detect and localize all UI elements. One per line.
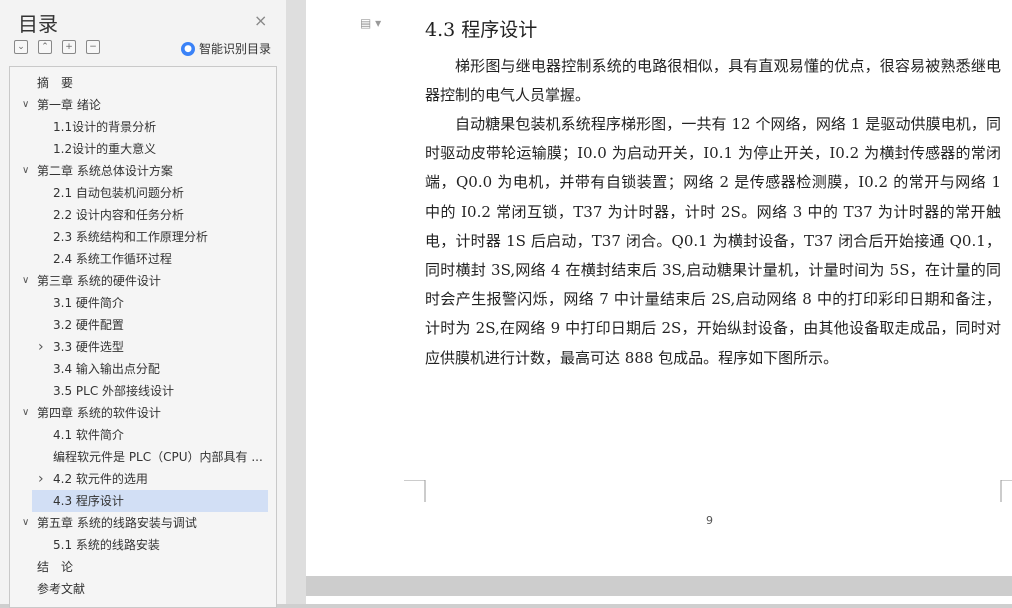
toc-item[interactable]: ∨ 第三章 系统的硬件设计 (10, 270, 268, 292)
toc-item[interactable]: › 4.2 软元件的选用 (10, 468, 268, 490)
toc-toolbar: ⌄ ⌃ + − (14, 40, 100, 56)
chevron-down-icon[interactable]: ∨ (22, 270, 29, 292)
toc-item-label: 2.4 系统工作循环过程 (53, 252, 172, 266)
toc-item-label: 2.1 自动包装机问题分析 (53, 186, 184, 200)
toc-item[interactable]: 4.3 程序设计 (32, 490, 268, 512)
toc-item-label: 5.1 系统的线路安装 (53, 538, 160, 552)
toc-item-label: 摘 要 (37, 76, 74, 90)
sidebar-splitter[interactable] (286, 0, 306, 604)
page-menu-icon[interactable]: ▤ ▾ (360, 16, 381, 30)
margin-mark-left (404, 480, 426, 502)
toc-item[interactable]: 2.3 系统结构和工作原理分析 (10, 226, 268, 248)
sidebar-title: 目录 (18, 12, 58, 36)
smart-toc-label: 智能识别目录 (199, 42, 272, 56)
toc-item[interactable]: 4.1 软件简介 (10, 424, 268, 446)
chevron-down-icon[interactable]: ∨ (22, 402, 29, 424)
toc-item[interactable]: 2.4 系统工作循环过程 (10, 248, 268, 270)
toc-item[interactable]: › 3.3 硬件选型 (10, 336, 268, 358)
chevron-right-icon[interactable]: › (38, 468, 44, 490)
margin-mark-right (1000, 480, 1012, 502)
close-icon[interactable]: × (254, 11, 267, 30)
smart-toc-button[interactable]: ● 智能识别目录 (181, 40, 271, 57)
toc-item[interactable]: 5.1 系统的线路安装 (10, 534, 268, 556)
document-page: ▤ ▾ 4.3 程序设计 梯形图与继电器控制系统的电路很相似，具有直观易懂的优点… (306, 0, 1012, 576)
toc-item-label: 结 论 (37, 560, 74, 574)
add-heading-icon[interactable]: + (62, 40, 76, 54)
toc-list: 摘 要 ∨ 第一章 绪论 1.1设计的背景分析 1.2设计的重大意义 ∨ 第二章 系统总体设… (9, 66, 277, 608)
toc-sidebar: 目录 × ⌄ ⌃ + − ● 智能识别目录 摘 要 ∨ 第一章 绪论 1.1设计的背景… (0, 0, 286, 608)
toc-item[interactable]: 3.4 输入输出点分配 (10, 358, 268, 380)
ai-icon: ● (181, 41, 195, 56)
remove-heading-icon[interactable]: − (86, 40, 100, 54)
toc-item[interactable]: 1.2设计的重大意义 (10, 138, 268, 160)
toc-item[interactable]: ∨ 第一章 绪论 (10, 94, 268, 116)
toc-item-label: 第三章 系统的硬件设计 (37, 274, 161, 288)
toc-item[interactable]: 编程软元件是 PLC（CPU）内部具有 ... (10, 446, 268, 468)
toc-item-label: 第二章 系统总体设计方案 (37, 164, 173, 178)
chevron-down-icon[interactable]: ∨ (22, 94, 29, 116)
paragraph-1: 梯形图与继电器控制系统的电路很相似，具有直观易懂的优点，很容易被熟悉继电器控制的… (425, 57, 1001, 105)
chevron-right-icon[interactable]: › (38, 336, 44, 358)
chevron-down-icon[interactable]: ∨ (22, 160, 29, 182)
toc-item-label: 3.4 输入输出点分配 (53, 362, 160, 376)
toc-item-label: 4.2 软元件的选用 (53, 472, 148, 486)
toc-item-label: 3.1 硬件简介 (53, 296, 124, 310)
toc-item[interactable]: ∨ 第五章 系统的线路安装与调试 (10, 512, 268, 534)
toc-item-label: 1.2设计的重大意义 (53, 142, 157, 156)
toc-item[interactable]: 参考文献 (10, 578, 268, 600)
toc-item-label: 4.3 程序设计 (53, 494, 124, 508)
toc-item[interactable]: ∨ 第二章 系统总体设计方案 (10, 160, 268, 182)
expand-all-icon[interactable]: ⌃ (38, 40, 52, 54)
toc-item[interactable]: ∨ 第四章 系统的软件设计 (10, 402, 268, 424)
toc-item-label: 编程软元件是 PLC（CPU）内部具有 ... (53, 450, 263, 464)
toc-item-label: 3.2 硬件配置 (53, 318, 124, 332)
toc-item[interactable]: 结 论 (10, 556, 268, 578)
toc-item-label: 第五章 系统的线路安装与调试 (37, 516, 197, 530)
toc-item-label: 1.1设计的背景分析 (53, 120, 157, 134)
collapse-all-icon[interactable]: ⌄ (14, 40, 28, 54)
toc-item[interactable]: 3.5 PLC 外部接线设计 (10, 380, 268, 402)
toc-item[interactable]: 3.2 硬件配置 (10, 314, 268, 336)
toc-item[interactable]: 摘 要 (10, 72, 268, 94)
section-heading: 4.3 程序设计 (425, 19, 538, 41)
toc-item-label: 第四章 系统的软件设计 (37, 406, 161, 420)
next-page (306, 596, 1012, 604)
toc-item[interactable]: 3.1 硬件简介 (10, 292, 268, 314)
toc-item-label: 参考文献 (37, 582, 86, 596)
page-number: 9 (706, 514, 713, 527)
toc-item-label: 3.3 硬件选型 (53, 340, 124, 354)
paragraph-2: 自动糖果包装机系统程序梯形图，一共有 12 个网络，网络 1 是驱动供膜电机，同… (425, 115, 1001, 367)
toc-item[interactable]: 2.2 设计内容和任务分析 (10, 204, 268, 226)
toc-item[interactable]: 2.1 自动包装机问题分析 (10, 182, 268, 204)
toc-item-label: 第一章 绪论 (37, 98, 101, 112)
toc-item-label: 3.5 PLC 外部接线设计 (53, 384, 175, 398)
chevron-down-icon[interactable]: ∨ (22, 512, 29, 534)
toc-item-label: 2.2 设计内容和任务分析 (53, 208, 184, 222)
toc-item[interactable]: 1.1设计的背景分析 (10, 116, 268, 138)
toc-item-label: 2.3 系统结构和工作原理分析 (53, 230, 208, 244)
toc-item-label: 4.1 软件简介 (53, 428, 124, 442)
